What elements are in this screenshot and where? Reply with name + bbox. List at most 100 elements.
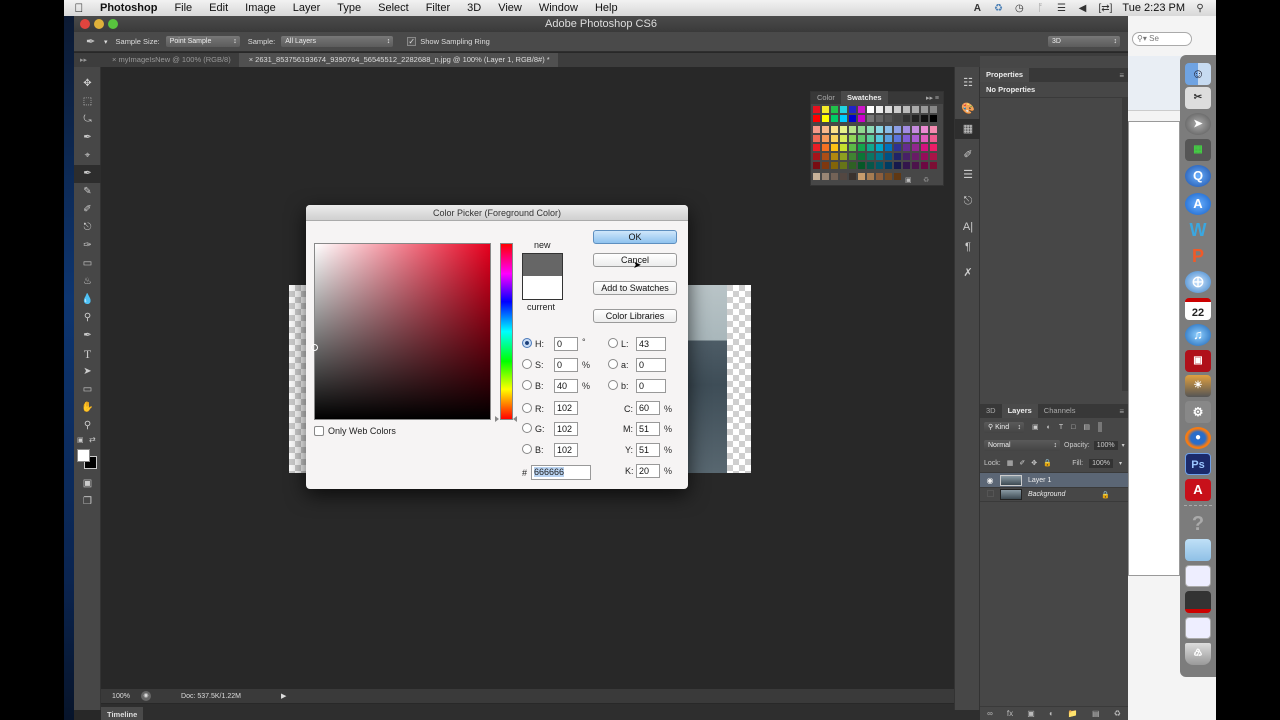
blue-radio[interactable]: [522, 444, 532, 454]
swatch-color[interactable]: [867, 126, 874, 133]
lightness-radio[interactable]: [608, 338, 618, 348]
swatch-color[interactable]: [858, 126, 865, 133]
dock-finder-icon[interactable]: ☺: [1185, 63, 1211, 85]
swatch-color[interactable]: [876, 162, 883, 169]
brush-tool-icon[interactable]: ✐: [74, 201, 101, 219]
swatch-color[interactable]: [885, 115, 892, 122]
dock-appstore-icon[interactable]: A: [1185, 193, 1211, 215]
spotlight-icon[interactable]: ⚲: [1194, 3, 1206, 14]
saturation-input[interactable]: 0: [554, 358, 578, 372]
swatch-color[interactable]: [822, 135, 829, 142]
minimize-window-button[interactable]: [94, 19, 104, 29]
background-search-field[interactable]: ⚲▾ Se: [1132, 32, 1192, 46]
swatch-color[interactable]: [894, 162, 901, 169]
menu-file[interactable]: File: [165, 2, 200, 14]
menu-type[interactable]: Type: [328, 2, 369, 14]
color-libraries-button[interactable]: Color Libraries: [593, 309, 677, 323]
dock-launchpad-icon[interactable]: ➤: [1185, 113, 1211, 135]
swatch-color[interactable]: [813, 144, 820, 151]
swatch-color[interactable]: [930, 106, 937, 113]
dock-system-preferences-icon[interactable]: ⚙: [1185, 401, 1211, 423]
b-channel-radio[interactable]: [608, 380, 618, 390]
swatch-color[interactable]: [831, 135, 838, 142]
tools-panel-icon[interactable]: ✗: [955, 263, 981, 283]
menu-select[interactable]: Select: [369, 2, 417, 14]
color-field[interactable]: [311, 243, 491, 420]
only-web-colors-checkbox[interactable]: [314, 426, 324, 436]
swatch-color[interactable]: [867, 144, 874, 151]
swatch-color[interactable]: [903, 126, 910, 133]
swatch-color[interactable]: [876, 106, 883, 113]
swatch-color[interactable]: [912, 115, 919, 122]
swatch-color[interactable]: [876, 173, 883, 180]
filter-kind-select[interactable]: ⚲ Kind: [984, 421, 1024, 433]
eyedropper-icon[interactable]: ✒: [86, 35, 100, 48]
swatch-color[interactable]: [921, 106, 928, 113]
new-group-icon[interactable]: 📁: [1068, 709, 1078, 718]
swatch-color[interactable]: [831, 162, 838, 169]
dock-window-thumbnail-1[interactable]: [1185, 565, 1211, 587]
tab-3d[interactable]: 3D: [980, 404, 1002, 418]
swatch-color[interactable]: [921, 126, 928, 133]
dock-firefox-icon[interactable]: ●: [1185, 427, 1211, 449]
swatch-color[interactable]: [813, 173, 820, 180]
zoom-tool-icon[interactable]: ⚲: [74, 417, 101, 435]
lightness-input[interactable]: 43: [636, 337, 666, 351]
dock-pages-icon[interactable]: P: [1185, 245, 1211, 267]
swatch-color[interactable]: [885, 126, 892, 133]
swatch-color[interactable]: [894, 106, 901, 113]
swatch-color[interactable]: [858, 162, 865, 169]
lock-position-icon[interactable]: ✥: [1031, 459, 1037, 467]
move-tool-icon[interactable]: ✥: [74, 75, 101, 93]
swatch-color[interactable]: [885, 153, 892, 160]
swatch-color[interactable]: [849, 153, 856, 160]
zoom-level[interactable]: 100%: [101, 693, 141, 700]
delete-swatch-icon[interactable]: ♻: [923, 176, 929, 184]
swatch-color[interactable]: [912, 162, 919, 169]
dock-photobooth-icon[interactable]: ▣: [1185, 350, 1211, 372]
foreground-color-swatch[interactable]: [77, 449, 90, 462]
menu-app[interactable]: Photoshop: [94, 2, 165, 14]
blend-mode-select[interactable]: Normal: [984, 439, 1060, 451]
swatch-color[interactable]: [867, 173, 874, 180]
layers-menu-icon[interactable]: ≡: [1119, 407, 1124, 416]
swatch-color[interactable]: [840, 135, 847, 142]
swatch-color[interactable]: [903, 153, 910, 160]
layer-name[interactable]: Background: [1028, 491, 1065, 498]
swatch-color[interactable]: [912, 106, 919, 113]
opacity-field[interactable]: 100%: [1093, 440, 1118, 450]
dock-iphoto-icon[interactable]: ☀: [1185, 375, 1211, 397]
swatch-color[interactable]: [813, 153, 820, 160]
swatch-color[interactable]: [903, 162, 910, 169]
fill-field[interactable]: 100%: [1089, 458, 1113, 468]
color-panel-icon[interactable]: 🎨: [955, 99, 981, 119]
swatch-color[interactable]: [894, 153, 901, 160]
swatch-color[interactable]: [921, 153, 928, 160]
menu-image[interactable]: Image: [236, 2, 284, 14]
volume-icon[interactable]: ◀: [1076, 3, 1088, 14]
swatch-color[interactable]: [921, 115, 928, 122]
swatch-color[interactable]: [840, 144, 847, 151]
swatch-color[interactable]: [858, 153, 865, 160]
yellow-input[interactable]: 51: [636, 443, 660, 457]
swatch-color[interactable]: [822, 144, 829, 151]
swatch-color[interactable]: [930, 144, 937, 151]
swatch-color[interactable]: [858, 144, 865, 151]
pen-tool-icon[interactable]: ✒: [74, 327, 101, 345]
swatch-color[interactable]: [894, 115, 901, 122]
adobe-icon[interactable]: A: [971, 3, 983, 14]
filter-type-icon[interactable]: T: [1059, 424, 1063, 431]
filter-pixel-icon[interactable]: ▣: [1032, 423, 1039, 431]
history-brush-tool-icon[interactable]: ✑: [74, 237, 101, 255]
green-input[interactable]: 102: [554, 422, 578, 436]
tool-preset-chevron-icon[interactable]: ▾: [104, 38, 108, 46]
wifi-icon[interactable]: ☰: [1055, 3, 1067, 14]
dock-acrobat-icon[interactable]: A: [1185, 479, 1211, 501]
default-colors-icon[interactable]: ▣: [77, 436, 84, 444]
swatch-color[interactable]: [912, 144, 919, 151]
clone-source-icon[interactable]: ⎋: [955, 191, 981, 211]
swatch-color[interactable]: [912, 126, 919, 133]
adjustment-layer-icon[interactable]: ◐: [1049, 709, 1054, 718]
swatch-color[interactable]: [849, 126, 856, 133]
swatch-color[interactable]: [903, 144, 910, 151]
